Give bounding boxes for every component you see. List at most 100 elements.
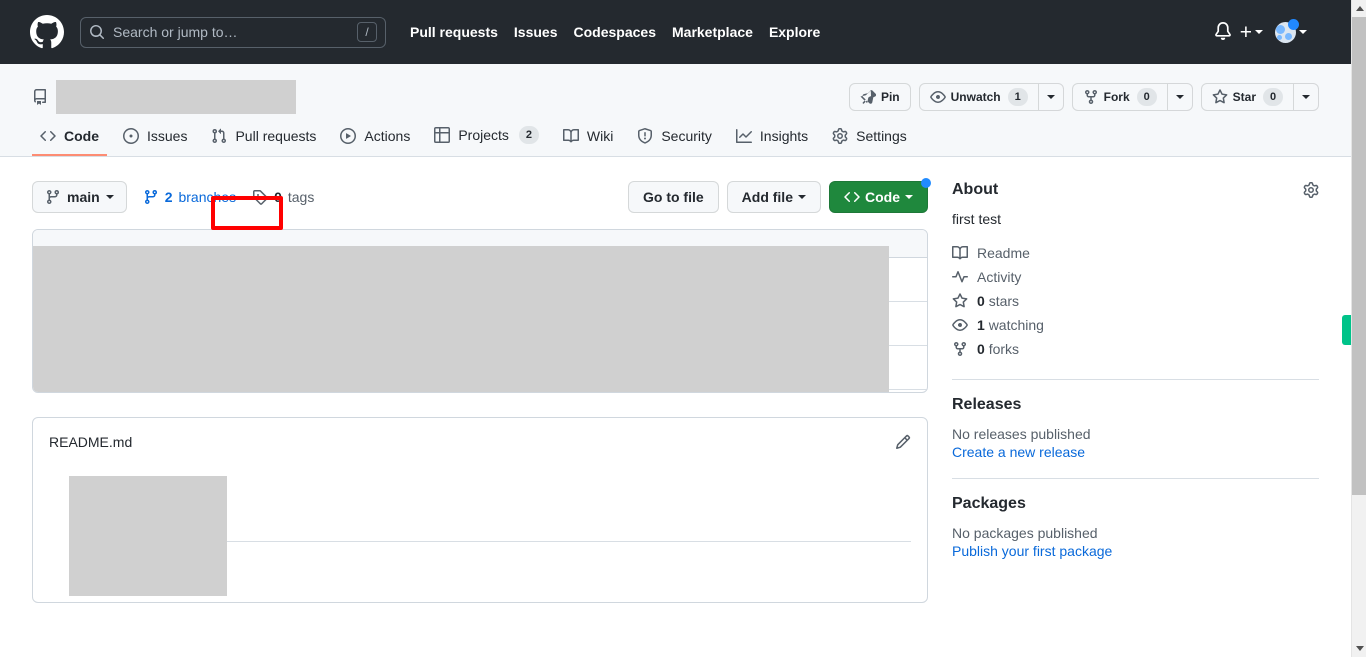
- pulse-icon: [952, 271, 968, 283]
- file-navigation-toolbar: main 2 branches 0 tags Go to file Add fi…: [32, 178, 931, 213]
- star-dropdown-button[interactable]: [1294, 83, 1319, 111]
- pin-button[interactable]: Pin: [848, 83, 911, 111]
- scrollbar-up-button[interactable]: [1352, 0, 1366, 17]
- about-description: first test: [952, 211, 1002, 227]
- nav-pull-requests[interactable]: Pull requests: [402, 24, 506, 40]
- user-menu-button[interactable]: [1275, 18, 1307, 43]
- repo-tabs: Code Issues Pull requests Actions Projec…: [32, 118, 1319, 156]
- repo-sidebar: About first test Readme Activity 0 stars: [952, 181, 1319, 603]
- repo-name-redacted[interactable]: [56, 80, 296, 114]
- watching-count: 1: [977, 317, 985, 333]
- gear-icon: [832, 128, 848, 144]
- chevron-down-icon: [1299, 30, 1307, 34]
- tab-actions[interactable]: Actions: [332, 120, 418, 156]
- code-button-update-dot-icon: [921, 178, 931, 188]
- sidebar-item-stars[interactable]: 0 stars: [952, 289, 1319, 313]
- tab-code[interactable]: Code: [32, 120, 107, 156]
- sidebar-item-watching-label: 1 watching: [977, 317, 1044, 333]
- tab-projects-label: Projects: [458, 127, 509, 143]
- star-button[interactable]: Star 0: [1200, 83, 1294, 111]
- fork-button-label: Fork: [1103, 90, 1130, 104]
- forks-count: 0: [977, 341, 985, 357]
- fork-button-group: Fork 0: [1071, 83, 1193, 111]
- tab-pull-requests[interactable]: Pull requests: [203, 120, 324, 156]
- chevron-down-icon: [1255, 30, 1263, 34]
- repo-action-buttons: Pin Unwatch 1 Fork 0 Star 0: [848, 83, 1319, 111]
- main-column: main 2 branches 0 tags Go to file Add fi…: [32, 178, 931, 603]
- star-icon: [952, 293, 968, 308]
- book-icon: [562, 128, 579, 143]
- fork-dropdown-button[interactable]: [1167, 83, 1193, 111]
- branch-icon: [144, 190, 157, 205]
- browser-viewport: / Pull requests Issues Codespaces Market…: [0, 0, 1366, 657]
- nav-issues[interactable]: Issues: [506, 24, 566, 40]
- book-icon: [952, 245, 968, 260]
- fork-button[interactable]: Fork 0: [1071, 83, 1168, 111]
- add-file-button[interactable]: Add file: [726, 181, 821, 213]
- code-button[interactable]: Code: [829, 178, 931, 213]
- watch-dropdown-button[interactable]: [1038, 83, 1064, 111]
- play-icon: [340, 128, 357, 144]
- unwatch-button[interactable]: Unwatch 1: [918, 83, 1039, 111]
- search-shortcut-key: /: [357, 22, 377, 42]
- sidebar-item-watching[interactable]: 1 watching: [952, 313, 1319, 337]
- go-to-file-button[interactable]: Go to file: [627, 181, 719, 213]
- tab-wiki[interactable]: Wiki: [555, 120, 621, 156]
- pin-icon: [860, 89, 876, 104]
- packages-empty-text: No packages published: [952, 525, 1098, 541]
- tab-wiki-label: Wiki: [586, 128, 614, 144]
- github-mark-icon[interactable]: [30, 15, 64, 49]
- sidebar-item-forks[interactable]: 0 forks: [952, 337, 1319, 361]
- search-bar[interactable]: /: [80, 16, 386, 48]
- fork-icon: [1084, 90, 1097, 105]
- triangle-down-icon: [1355, 646, 1364, 651]
- readme-content-redacted: [69, 476, 227, 596]
- publish-first-package-link[interactable]: Publish your first package: [952, 543, 1319, 559]
- stars-count: 0: [977, 293, 985, 309]
- releases-empty-text: No releases published: [952, 426, 1091, 442]
- tab-security[interactable]: Security: [629, 120, 720, 156]
- sidebar-item-forks-label: 0 forks: [977, 341, 1019, 357]
- tab-issues-label: Issues: [147, 128, 188, 144]
- pencil-icon[interactable]: [895, 434, 911, 450]
- branches-count: 2: [164, 189, 173, 205]
- readme-content: [49, 476, 911, 596]
- repo-body: main 2 branches 0 tags Go to file Add fi…: [0, 157, 1351, 603]
- nav-marketplace[interactable]: Marketplace: [664, 24, 761, 40]
- sidebar-item-activity[interactable]: Activity: [952, 265, 1319, 289]
- packages-section-heading: Packages: [952, 495, 1319, 513]
- chevron-down-icon: [905, 195, 913, 199]
- unwatch-button-label: Unwatch: [950, 90, 1001, 104]
- tab-projects-count: 2: [518, 126, 539, 144]
- browser-scrollbar[interactable]: [1351, 0, 1366, 657]
- branch-selector-button[interactable]: main: [32, 181, 127, 213]
- scrollbar-thumb[interactable]: [1352, 17, 1366, 495]
- tab-projects[interactable]: Projects 2: [426, 118, 547, 156]
- sidebar-item-stars-label: 0 stars: [977, 293, 1019, 309]
- feedback-side-tab[interactable]: [1342, 315, 1351, 345]
- tags-count: 0: [274, 189, 282, 205]
- branches-link[interactable]: 2 branches: [143, 189, 236, 205]
- create-new-button[interactable]: +: [1240, 22, 1263, 43]
- nav-explore[interactable]: Explore: [761, 24, 828, 40]
- repository-icon: [32, 89, 48, 105]
- tab-settings[interactable]: Settings: [824, 120, 915, 156]
- create-new-release-link[interactable]: Create a new release: [952, 444, 1319, 460]
- graph-icon: [735, 129, 752, 143]
- nav-codespaces[interactable]: Codespaces: [566, 24, 664, 40]
- gear-icon[interactable]: [1303, 182, 1319, 198]
- tab-insights[interactable]: Insights: [728, 120, 816, 156]
- sidebar-item-readme[interactable]: Readme: [952, 241, 1319, 265]
- search-input[interactable]: [113, 24, 357, 40]
- sidebar-divider: [952, 379, 1319, 380]
- global-nav: Pull requests Issues Codespaces Marketpl…: [402, 24, 828, 40]
- tags-link[interactable]: 0 tags: [252, 189, 314, 205]
- bell-icon[interactable]: [1214, 22, 1234, 42]
- scrollbar-down-button[interactable]: [1352, 640, 1366, 657]
- readme-title: README.md: [49, 434, 133, 450]
- star-button-label: Star: [1232, 90, 1256, 104]
- readme-header: README.md: [49, 434, 911, 450]
- sidebar-divider: [952, 478, 1319, 479]
- tab-pull-requests-label: Pull requests: [235, 128, 317, 144]
- tab-issues[interactable]: Issues: [115, 120, 195, 156]
